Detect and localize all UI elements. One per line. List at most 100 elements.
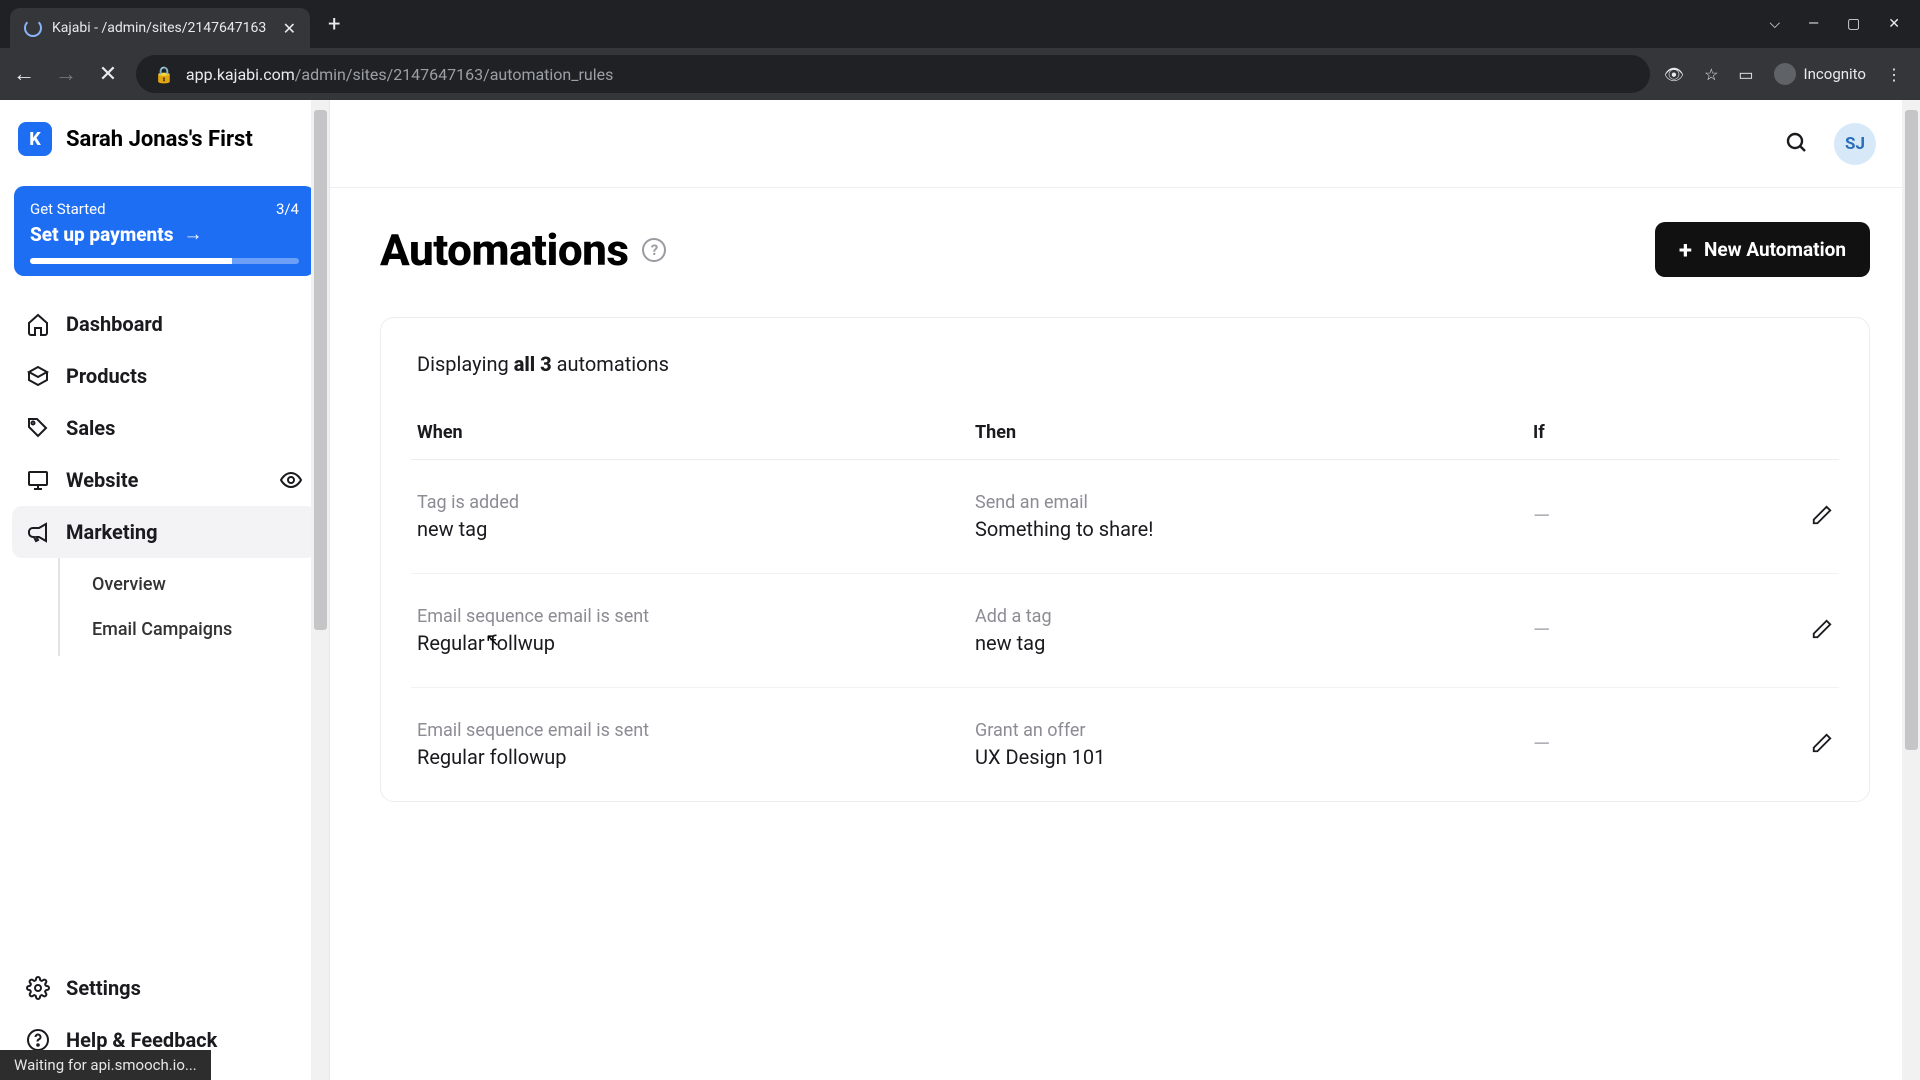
kebab-menu-icon[interactable]: ⋮ (1886, 65, 1902, 84)
close-window-icon[interactable]: ✕ (1888, 16, 1900, 32)
avatar[interactable]: SJ (1834, 123, 1876, 165)
sidebar-item-label: Dashboard (66, 312, 163, 336)
col-if: If (1533, 422, 1753, 443)
sidebar-item-settings[interactable]: Settings (12, 962, 317, 1014)
box-icon (26, 364, 50, 388)
chevron-down-icon[interactable]: ⌵ (1769, 16, 1780, 32)
address-bar[interactable]: 🔒 app.kajabi.com/admin/sites/2147647163/… (136, 55, 1650, 93)
table-row[interactable]: Tag is added new tag Send an email Somet… (411, 460, 1839, 574)
subnav-email-campaigns[interactable]: Email Campaigns (82, 607, 317, 652)
help-icon (26, 1028, 50, 1052)
get-started-progress-text: 3/4 (276, 200, 299, 218)
sidebar-item-marketing[interactable]: Marketing (12, 506, 317, 558)
panel-icon[interactable]: ▭ (1738, 65, 1753, 84)
arrow-right-icon: → (183, 222, 202, 246)
displaying-count: all 3 (514, 352, 552, 376)
table-header: When Then If (411, 406, 1839, 460)
sidebar-item-label: Products (66, 364, 147, 388)
url-host: app.kajabi.com (186, 65, 295, 84)
sidebar-item-label: Settings (66, 976, 141, 1000)
monitor-icon (26, 468, 50, 492)
incognito-indicator[interactable]: Incognito (1774, 63, 1866, 85)
maximize-icon[interactable]: ▢ (1847, 16, 1860, 32)
table-row[interactable]: Email sequence email is sent Regular fol… (411, 574, 1839, 688)
edit-icon[interactable] (1811, 504, 1833, 530)
sidebar-item-label: Marketing (66, 520, 158, 544)
brand-header[interactable]: K Sarah Jonas's First (0, 100, 329, 178)
sidebar-item-label: Website (66, 468, 138, 492)
if-value: — (1533, 732, 1753, 757)
lock-icon: 🔒 (154, 65, 174, 84)
tag-icon (26, 416, 50, 440)
sidebar-item-dashboard[interactable]: Dashboard (12, 298, 317, 350)
stop-reload-button[interactable]: ✕ (94, 62, 122, 87)
gear-icon (26, 976, 50, 1000)
kajabi-logo-icon: K (18, 122, 52, 156)
when-label: Tag is added (417, 492, 975, 513)
table-row[interactable]: Email sequence email is sent Regular fol… (411, 688, 1839, 801)
then-label: Grant an offer (975, 720, 1533, 741)
forward-button[interactable]: → (52, 61, 80, 87)
browser-toolbar: ← → ✕ 🔒 app.kajabi.com/admin/sites/21476… (0, 48, 1920, 100)
minimize-icon[interactable]: — (1808, 16, 1819, 32)
eye-icon[interactable] (279, 468, 303, 492)
incognito-label: Incognito (1804, 65, 1866, 83)
tab-title: Kajabi - /admin/sites/2147647163 (52, 20, 273, 36)
get-started-action: Set up payments (30, 223, 173, 246)
edit-icon[interactable] (1811, 618, 1833, 644)
back-button[interactable]: ← (10, 61, 38, 87)
when-label: Email sequence email is sent (417, 720, 975, 741)
new-automation-label: New Automation (1704, 238, 1846, 261)
close-icon[interactable]: ✕ (283, 19, 296, 38)
when-value: new tag (417, 517, 975, 541)
window-controls: ⌵ — ▢ ✕ (1769, 16, 1920, 32)
when-label: Email sequence email is sent (417, 606, 975, 627)
when-value: Regular followup (417, 745, 975, 769)
then-value: Something to share! (975, 517, 1533, 541)
megaphone-icon (26, 520, 50, 544)
new-tab-button[interactable]: + (328, 12, 340, 37)
if-value: — (1533, 504, 1753, 529)
displaying-text: Displaying all 3 automations (411, 352, 1839, 406)
then-value: UX Design 101 (975, 745, 1533, 769)
sidebar-item-label: Sales (66, 416, 115, 440)
get-started-label: Get Started (30, 200, 106, 218)
status-bar: Waiting for api.smooch.io... (0, 1050, 211, 1080)
displaying-suffix: automations (552, 352, 669, 376)
displaying-prefix: Displaying (417, 352, 514, 376)
loading-spinner-icon (24, 19, 42, 37)
browser-tab-strip: Kajabi - /admin/sites/2147647163 ✕ + ⌵ —… (0, 0, 1920, 48)
when-value: Regular follwup (417, 631, 975, 655)
search-icon[interactable] (1784, 130, 1808, 158)
sidebar: K Sarah Jonas's First Get Started 3/4 Se… (0, 100, 330, 1080)
page-title: Automations (380, 224, 628, 276)
then-label: Add a tag (975, 606, 1533, 627)
edit-icon[interactable] (1811, 732, 1833, 758)
browser-tab[interactable]: Kajabi - /admin/sites/2147647163 ✕ (10, 8, 310, 48)
col-then: Then (975, 422, 1533, 443)
sidebar-item-products[interactable]: Products (12, 350, 317, 402)
sidebar-item-label: Help & Feedback (66, 1028, 217, 1052)
automations-card: Displaying all 3 automations When Then I… (380, 317, 1870, 802)
progress-bar (30, 258, 299, 264)
incognito-icon (1774, 63, 1796, 85)
bookmark-icon[interactable]: ☆ (1704, 65, 1718, 84)
home-icon (26, 312, 50, 336)
eye-off-icon[interactable]: 👁 (1664, 65, 1684, 84)
then-label: Send an email (975, 492, 1533, 513)
if-value: — (1533, 618, 1753, 643)
new-automation-button[interactable]: + New Automation (1655, 222, 1870, 277)
url-path: /admin/sites/2147647163/automation_rules (295, 65, 614, 84)
col-when: When (417, 422, 975, 443)
topbar: SJ (330, 100, 1920, 188)
subnav-overview[interactable]: Overview (82, 562, 317, 607)
sidebar-item-website[interactable]: Website (12, 454, 317, 506)
site-name: Sarah Jonas's First (66, 127, 253, 152)
sidebar-item-sales[interactable]: Sales (12, 402, 317, 454)
get-started-card[interactable]: Get Started 3/4 Set up payments → (14, 186, 315, 276)
question-icon[interactable]: ? (642, 238, 666, 262)
then-value: new tag (975, 631, 1533, 655)
page-scrollbar[interactable] (1902, 100, 1920, 1080)
marketing-subnav: Overview Email Campaigns (58, 558, 317, 656)
sidebar-scrollbar[interactable] (311, 100, 329, 1080)
